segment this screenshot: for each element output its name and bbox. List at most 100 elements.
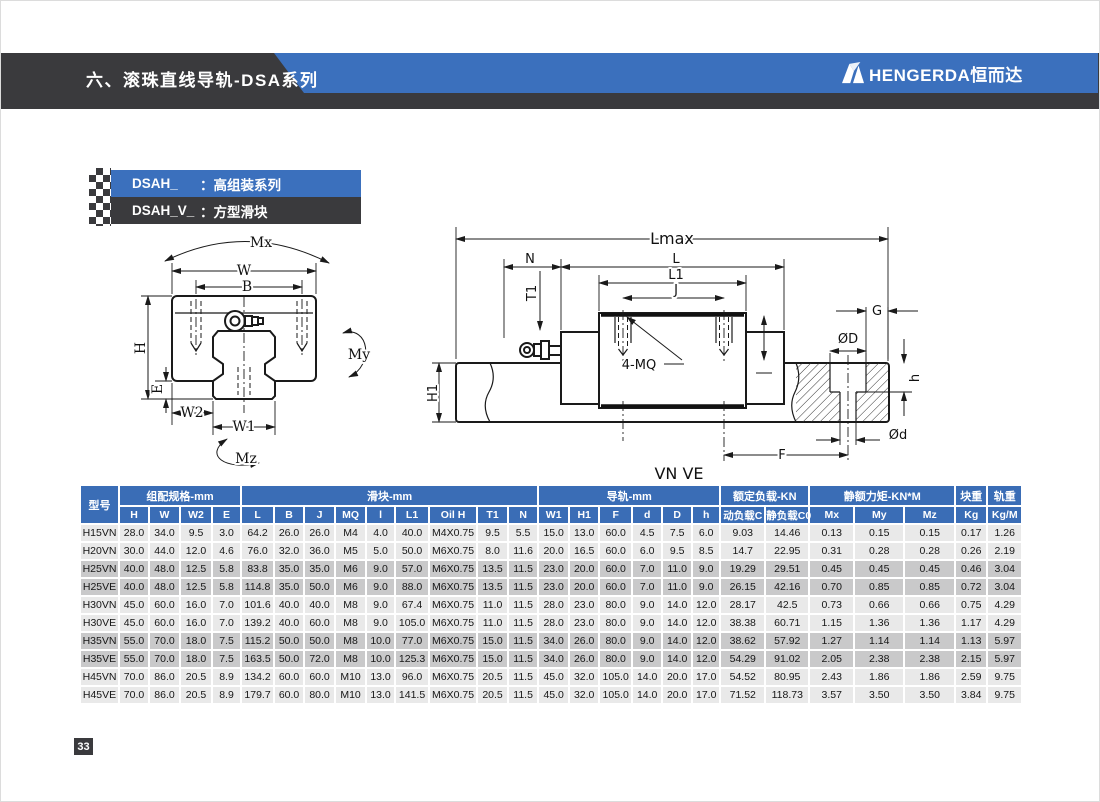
value-cell: 30.0 (120, 543, 148, 559)
value-cell: 57.92 (766, 633, 808, 649)
value-cell: 0.28 (855, 543, 903, 559)
value-cell: 11.5 (509, 669, 537, 685)
value-cell: 9.0 (633, 633, 661, 649)
dim-label-lmax: Lmax (650, 229, 694, 248)
value-cell: 0.15 (905, 525, 954, 541)
brand-logo-text: HENGERDA恒而达 (869, 61, 1023, 86)
value-cell: 15.0 (478, 651, 507, 667)
column-header: D (663, 507, 691, 523)
value-cell: 70.0 (120, 669, 148, 685)
value-cell: 0.45 (855, 561, 903, 577)
value-cell: 1.27 (810, 633, 853, 649)
value-cell: 70.0 (150, 651, 179, 667)
table-row: H30VE45.060.016.07.0139.240.060.0M89.010… (81, 615, 1021, 631)
value-cell: 163.5 (242, 651, 273, 667)
value-cell: 12.0 (693, 651, 719, 667)
page-title: 六、滚珠直线导轨-DSA系列 (86, 53, 319, 109)
column-group-block: 滑块-mm (242, 486, 537, 505)
column-header: T1 (478, 507, 507, 523)
value-cell: 15.0 (539, 525, 568, 541)
value-cell: 70.0 (150, 633, 179, 649)
value-cell: 60.0 (305, 615, 334, 631)
value-cell: 0.28 (905, 543, 954, 559)
value-cell: 7.0 (213, 615, 240, 631)
column-header: E (213, 507, 240, 523)
table-row: H30VN45.060.016.07.0101.640.040.0M89.067… (81, 597, 1021, 613)
column-header: Kg/M (988, 507, 1021, 523)
table-row: H25VE40.048.012.55.8114.835.050.0M69.088… (81, 579, 1021, 595)
table-row: H35VE55.070.018.07.5163.550.072.0M810.01… (81, 651, 1021, 667)
value-cell: 16.0 (181, 615, 211, 631)
value-cell: 1.13 (956, 633, 986, 649)
value-cell: 34.0 (150, 525, 179, 541)
value-cell: 9.0 (633, 615, 661, 631)
column-group-rail: 导轨-mm (539, 486, 719, 505)
value-cell: 4.29 (988, 597, 1021, 613)
value-cell: 7.0 (633, 579, 661, 595)
value-cell: 0.26 (956, 543, 986, 559)
brand-logo-icon (841, 62, 865, 84)
value-cell: M6 (336, 579, 365, 595)
value-cell: M4X0.75 (430, 525, 476, 541)
column-header: Mx (810, 507, 853, 523)
value-cell: M8 (336, 633, 365, 649)
value-cell: 8.9 (213, 669, 240, 685)
value-cell: 105.0 (600, 669, 631, 685)
series-desc: ：高组装系列 (200, 174, 281, 194)
column-group-rail-weight: 轨重 (988, 486, 1021, 505)
column-header: Kg (956, 507, 986, 523)
column-group-load: 额定负载-KN (721, 486, 808, 505)
value-cell: 5.97 (988, 651, 1021, 667)
value-cell: 3.04 (988, 579, 1021, 595)
dim-label-w2: W2 (180, 405, 203, 421)
column-group-assembly: 组配规格-mm (120, 486, 240, 505)
dim-label-l1: L1 (668, 268, 684, 283)
value-cell: 11.5 (509, 579, 537, 595)
spec-table: 型号 组配规格-mm 滑块-mm 导轨-mm 额定负载-KN 静额力矩-KN*M… (79, 484, 1023, 705)
value-cell: 141.5 (396, 687, 428, 703)
value-cell: 50.0 (305, 579, 334, 595)
value-cell: 20.0 (663, 669, 691, 685)
value-cell: 20.5 (181, 687, 211, 703)
column-header: h (693, 507, 719, 523)
value-cell: 8.0 (478, 543, 507, 559)
value-cell: 13.0 (570, 525, 598, 541)
spec-table-body: H15VN28.034.09.53.064.226.026.0M44.040.0… (81, 525, 1021, 703)
value-cell: 28.17 (721, 597, 764, 613)
dim-label-t1: T1 (525, 285, 540, 302)
column-header: L1 (396, 507, 428, 523)
value-cell: 32.0 (570, 687, 598, 703)
value-cell: 42.16 (766, 579, 808, 595)
value-cell: 8.5 (693, 543, 719, 559)
value-cell: 12.0 (693, 633, 719, 649)
value-cell: 23.0 (570, 615, 598, 631)
value-cell: 115.2 (242, 633, 273, 649)
model-cell: H25VN (81, 561, 118, 577)
value-cell: 0.15 (855, 525, 903, 541)
value-cell: M6X0.75 (430, 561, 476, 577)
value-cell: 40.0 (305, 597, 334, 613)
value-cell: 9.75 (988, 669, 1021, 685)
model-cell: H15VN (81, 525, 118, 541)
value-cell: M10 (336, 687, 365, 703)
value-cell: 12.0 (693, 597, 719, 613)
model-cell: H20VN (81, 543, 118, 559)
value-cell: 118.73 (766, 687, 808, 703)
value-cell: 3.0 (213, 525, 240, 541)
value-cell: 0.85 (905, 579, 954, 595)
value-cell: 9.75 (988, 687, 1021, 703)
value-cell: 80.0 (600, 651, 631, 667)
column-group-block-weight: 块重 (956, 486, 986, 505)
value-cell: 40.0 (275, 597, 303, 613)
value-cell: 19.29 (721, 561, 764, 577)
column-group-model: 型号 (81, 486, 118, 523)
dim-label-my: My (348, 347, 370, 363)
table-row: H15VN28.034.09.53.064.226.026.0M44.040.0… (81, 525, 1021, 541)
value-cell: 9.5 (181, 525, 211, 541)
value-cell: M8 (336, 597, 365, 613)
value-cell: 60.0 (600, 561, 631, 577)
value-cell: 1.86 (855, 669, 903, 685)
value-cell: 125.3 (396, 651, 428, 667)
series-banner-high: DSAH_：高组装系列 (96, 170, 361, 197)
column-header: d (633, 507, 661, 523)
